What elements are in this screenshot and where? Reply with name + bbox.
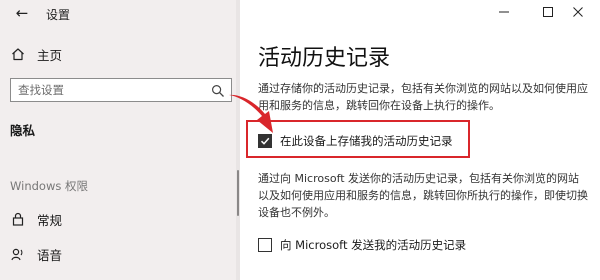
home-icon [10, 47, 26, 61]
sidebar [0, 0, 240, 280]
search-field[interactable] [10, 78, 232, 102]
sidebar-item-home[interactable]: 主页 [10, 43, 62, 65]
send-activity-checkbox[interactable] [258, 238, 272, 252]
red-arrow-annotation [229, 94, 273, 133]
back-button[interactable]: ← [10, 3, 34, 23]
minimize-icon [498, 3, 510, 22]
group-label-windows-permissions: Windows 权限 [10, 179, 88, 193]
lock-icon [10, 212, 26, 226]
sidebar-item-general[interactable]: 常规 [10, 208, 62, 230]
search-input[interactable] [11, 83, 208, 97]
activity-history-description: 通过存储你的活动历史记录，包括有关你浏览的网站以及如何使用应用和服务的信息，跳转… [258, 82, 588, 112]
send-history-description: 通过向 Microsoft 发送你的活动历史记录，包括有关你浏览的网站以及如何使… [258, 172, 588, 219]
sidebar-scrollbar-track[interactable] [236, 0, 240, 280]
minimize-button[interactable] [482, 0, 526, 24]
search-icon[interactable] [211, 83, 225, 97]
page-title: 活动历史记录 [258, 46, 391, 71]
sidebar-item-speech[interactable]: 语音 [10, 243, 62, 265]
speech-icon [10, 247, 26, 261]
back-arrow-icon: ← [15, 4, 29, 22]
maximize-icon [542, 3, 554, 22]
section-heading-privacy: 隐私 [10, 123, 36, 138]
sidebar-scrollbar-thumb[interactable] [237, 170, 239, 216]
app-title: 设置 [46, 8, 71, 22]
send-activity-checkbox-row[interactable]: 向 Microsoft 发送我的活动历史记录 [258, 237, 466, 253]
sidebar-item-label: 主页 [37, 47, 63, 63]
send-activity-label: 向 Microsoft 发送我的活动历史记录 [280, 238, 467, 252]
highlight-box [246, 120, 470, 158]
close-icon [572, 3, 584, 22]
sidebar-item-label: 语音 [37, 247, 63, 263]
sidebar-item-label: 常规 [37, 212, 63, 228]
close-button[interactable] [556, 0, 600, 24]
